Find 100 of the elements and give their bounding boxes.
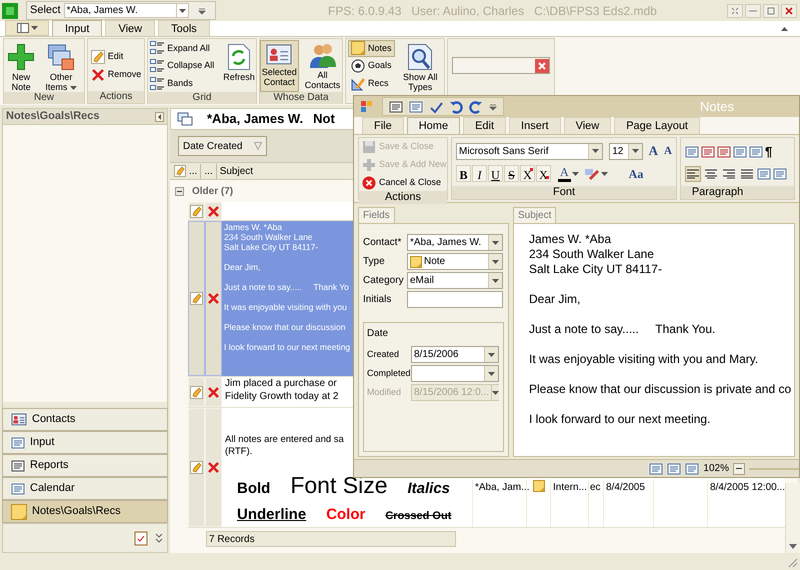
format-button[interactable]: B: [456, 165, 471, 182]
ribbon-tab[interactable]: Insert: [509, 117, 561, 134]
ribbon-tab[interactable]: Input: [52, 20, 102, 36]
maximize-button[interactable]: [763, 4, 779, 18]
ribbon-tab[interactable]: File: [362, 117, 404, 134]
refresh-icon: [228, 44, 250, 70]
format-button[interactable]: I: [472, 165, 487, 182]
all-contacts-button[interactable]: All Contacts: [302, 40, 342, 92]
selected-contact-button[interactable]: Selected Contact: [260, 40, 299, 92]
header-title: Not: [313, 110, 335, 128]
reports-nav-button[interactable]: Reports: [2, 454, 168, 477]
pencil-icon: [190, 292, 203, 305]
input-field[interactable]: [407, 291, 503, 308]
customize-icon: [198, 6, 206, 14]
bands-button[interactable]: Bands: [147, 75, 218, 92]
input-nav-button[interactable]: Input: [2, 431, 168, 454]
goals-button[interactable]: Goals: [348, 58, 395, 74]
font-size-select[interactable]: 12: [609, 142, 643, 160]
panel-tab[interactable]: Fields: [358, 207, 395, 223]
other-items-button[interactable]: Other Items: [40, 40, 82, 92]
app-menu-button[interactable]: [5, 20, 49, 36]
format-button[interactable]: S: [504, 165, 519, 182]
numbering-icon: [701, 145, 715, 159]
calendar-nav-button[interactable]: Calendar: [2, 477, 168, 500]
edit-button[interactable]: Edit: [88, 48, 144, 65]
line-spacing-icon: [757, 166, 771, 181]
printer-icon: [11, 458, 25, 472]
text-line: 234 South Walker Lane: [529, 247, 654, 262]
font-name-select[interactable]: Microsoft Sans Serif: [456, 142, 604, 160]
ribbon-tab[interactable]: Page Layout: [614, 117, 700, 134]
cancel-close-button[interactable]: Cancel & Close: [362, 174, 442, 191]
search-field[interactable]: [452, 57, 550, 74]
highlighter-icon: [584, 166, 600, 181]
group-label: Older (7): [192, 184, 234, 198]
ribbon-tab[interactable]: View: [105, 20, 156, 36]
people-icon: [310, 44, 336, 68]
input-icon: [11, 436, 25, 450]
ribbon-tab[interactable]: Edit: [463, 117, 506, 134]
close-button[interactable]: [781, 4, 797, 18]
show-all-types-button[interactable]: Show All Types: [398, 40, 442, 92]
new-note-button[interactable]: New Note: [6, 40, 36, 92]
ribbon-tab[interactable]: View: [564, 117, 612, 134]
pencil-icon: [174, 165, 186, 177]
select-field[interactable]: Note: [407, 253, 503, 270]
note-icon: [410, 256, 422, 268]
paragraph-mark-button[interactable]: ¶: [765, 142, 772, 162]
undo-icon: [449, 100, 463, 114]
text-line: Just a note to say..... Thank Yo: [224, 282, 349, 292]
expand-all-button[interactable]: Expand All: [147, 40, 218, 57]
x-icon: [207, 292, 220, 305]
ribbon-tab[interactable]: Tools: [158, 20, 210, 36]
recs-button[interactable]: Recs: [348, 75, 395, 92]
remove-button[interactable]: Remove: [88, 66, 144, 83]
notes-icon: [177, 112, 193, 126]
format-button[interactable]: X: [520, 165, 535, 182]
text-line: All notes are entered and sa: [225, 434, 344, 446]
format-button[interactable]: U: [488, 165, 503, 182]
zoom-level: 102%: [703, 462, 729, 476]
field-label: Modified: [367, 386, 402, 399]
change-case-button[interactable]: Aa: [628, 164, 644, 183]
group-label: Font: [452, 186, 676, 199]
contact-name: *Aba, James W.: [207, 110, 304, 128]
shrink-font-button[interactable]: A: [664, 142, 672, 160]
select-field[interactable]: *Aba, James W.: [407, 234, 503, 251]
zoom-out-button[interactable]: [733, 462, 745, 474]
pencil-icon: [190, 386, 203, 398]
field-label: Completed: [367, 366, 411, 380]
date-field[interactable]: 8/15/2006: [411, 346, 499, 363]
contacts-nav-button[interactable]: Contacts: [2, 408, 168, 431]
group-label: Paragraph: [681, 186, 794, 199]
text-line: James W. *Aba: [224, 222, 282, 232]
caret-icon: [632, 149, 639, 153]
caret-icon: [592, 149, 600, 153]
contact-card-icon: [266, 44, 292, 65]
notes-button[interactable]: Notes: [348, 40, 395, 57]
field-label: Category: [363, 274, 405, 288]
panel-tab[interactable]: Subject: [513, 207, 556, 223]
restore-button[interactable]: [727, 4, 743, 18]
ribbon-tab[interactable]: Home: [406, 117, 460, 134]
window-title: FPS: 6.0.9.43 User: Aulino, Charles C:\DB\FPS3 Eds2.mdb: [328, 2, 657, 20]
column-heading: ...: [189, 164, 198, 178]
formatted-text: Color: [326, 504, 366, 524]
date-field[interactable]: [411, 365, 499, 382]
contact-select[interactable]: *Aba, James W.: [64, 3, 189, 18]
minimize-button[interactable]: [745, 4, 761, 18]
group-label: Actions: [88, 91, 144, 103]
select-field[interactable]: eMail: [407, 272, 503, 289]
grow-font-button[interactable]: A: [648, 141, 658, 161]
window-title: Notes: [700, 98, 734, 116]
collapse-all-button[interactable]: Collapse All: [147, 58, 218, 74]
align-button[interactable]: [685, 166, 701, 182]
refresh-button[interactable]: Refresh: [221, 40, 257, 92]
caret-icon: [492, 390, 500, 394]
font-color-button[interactable]: A: [558, 165, 571, 182]
restore-icon: [731, 6, 739, 14]
notes-nav-button[interactable]: Notes\Goals\Recs: [2, 500, 168, 523]
group-by-button[interactable]: Date Created: [178, 136, 268, 156]
pencil-icon: [190, 204, 203, 218]
ball-icon: [351, 59, 365, 73]
superscript-mark: [530, 168, 533, 172]
